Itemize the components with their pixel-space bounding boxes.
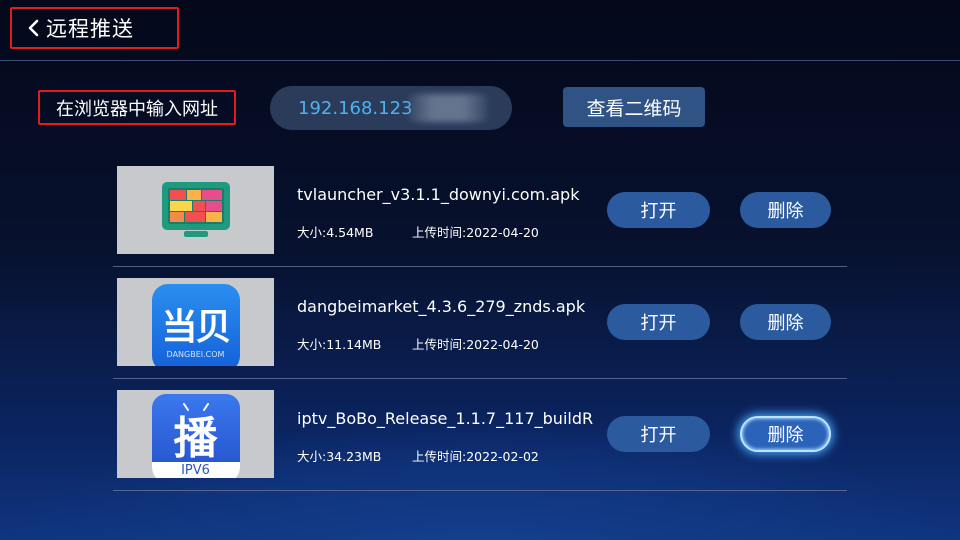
chevron-left-icon[interactable] <box>20 8 46 48</box>
app-thumbnail: 播 IPV6 <box>117 390 274 478</box>
row-divider <box>113 266 847 267</box>
open-button[interactable]: 打开 <box>607 304 710 340</box>
url-instruction-label: 在浏览器中输入网址 <box>38 90 236 125</box>
file-row: 播 IPV6 iptv_BoBo_Release_1.1.7_117_build… <box>0 390 960 502</box>
file-row: tvlauncher_v3.1.1_downyi.com.apk 大小:4.54… <box>0 166 960 278</box>
back-header[interactable]: 远程推送 <box>10 7 179 49</box>
delete-button[interactable]: 删除 <box>740 304 831 340</box>
app-icon-text: 当贝 <box>161 307 231 348</box>
file-size: 大小:11.14MB <box>297 337 382 352</box>
delete-button[interactable]: 删除 <box>740 192 831 228</box>
bobo-iptv-app-icon: 播 IPV6 <box>151 394 240 478</box>
row-divider <box>113 378 847 379</box>
file-size: 大小:34.23MB <box>297 449 382 464</box>
delete-button[interactable]: 删除 <box>740 416 831 452</box>
file-row: 当贝 DANGBEI.COM dangbeimarket_4.3.6_279_z… <box>0 278 960 390</box>
open-button[interactable]: 打开 <box>607 192 710 228</box>
app-icon-text: 播 <box>173 413 218 464</box>
file-name: iptv_BoBo_Release_1.1.7_117_buildR <box>297 409 594 428</box>
upload-time: 上传时间:2022-04-20 <box>412 225 539 240</box>
view-qr-code-button[interactable]: 查看二维码 <box>563 87 705 127</box>
app-icon-subtext: IPV6 <box>151 462 240 478</box>
tv-launcher-app-icon <box>160 180 232 240</box>
page-title: 远程推送 <box>46 17 134 41</box>
app-thumbnail: 当贝 DANGBEI.COM <box>117 278 274 366</box>
dangbei-market-app-icon: 当贝 DANGBEI.COM <box>151 284 240 366</box>
row-divider <box>113 490 847 491</box>
ip-redaction-blur <box>408 94 488 122</box>
ip-address-text: 192.168.123 <box>298 97 413 119</box>
upload-time: 上传时间:2022-02-02 <box>412 449 539 464</box>
app-thumbnail <box>117 166 274 254</box>
file-name: tvlauncher_v3.1.1_downyi.com.apk <box>297 185 580 204</box>
header-divider <box>0 60 960 61</box>
app-icon-subtext: DANGBEI.COM <box>166 350 225 359</box>
file-size: 大小:4.54MB <box>297 225 374 240</box>
open-button[interactable]: 打开 <box>607 416 710 452</box>
upload-time: 上传时间:2022-04-20 <box>412 337 539 352</box>
file-name: dangbeimarket_4.3.6_279_znds.apk <box>297 297 586 316</box>
